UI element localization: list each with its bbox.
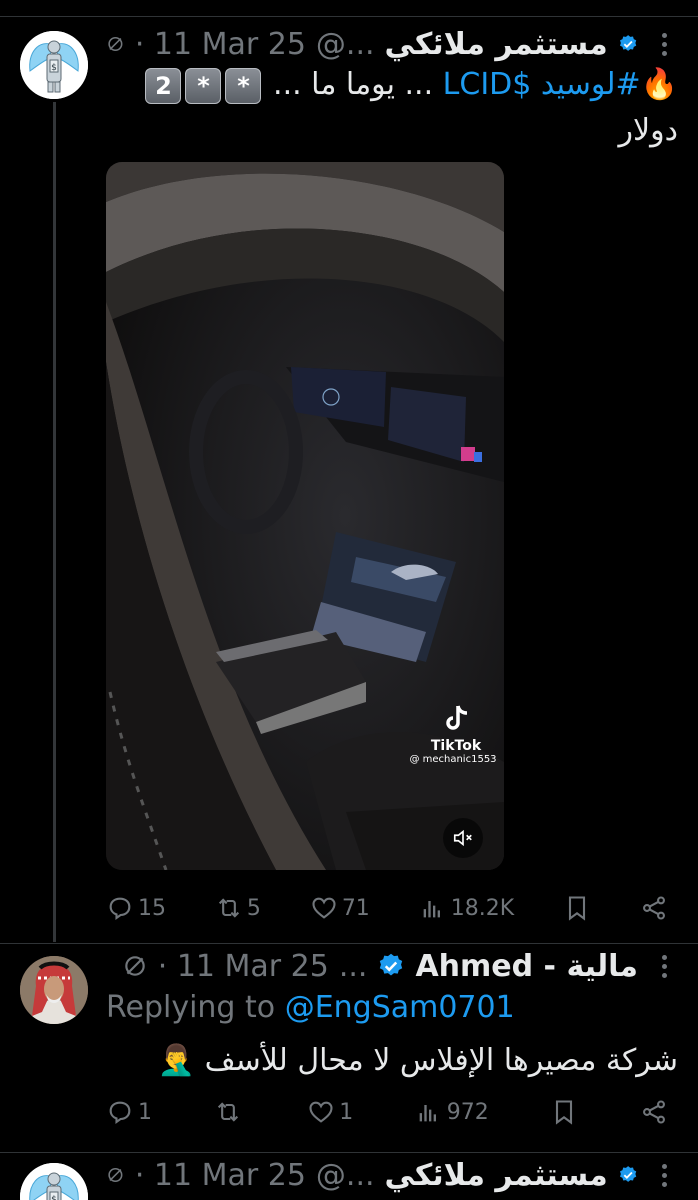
grok-icon[interactable] xyxy=(106,31,125,57)
mention-link[interactable]: @EngSam0701 xyxy=(285,990,515,1025)
fire-emoji: 🔥 xyxy=(640,67,678,102)
keycap-asterisk: * xyxy=(225,67,262,104)
user-photo-avatar-icon xyxy=(20,956,88,1024)
bookmark-icon xyxy=(556,1100,573,1125)
tiktok-watermark: TikTok @ mechanic1553 xyxy=(406,702,504,765)
tweet-text-middle: ... يوما ما ... xyxy=(273,67,434,102)
like-button[interactable]: 71 xyxy=(310,894,370,922)
share-button[interactable] xyxy=(640,894,668,922)
svg-text:$: $ xyxy=(51,63,57,73)
grok-icon[interactable] xyxy=(122,953,148,979)
like-count: 71 xyxy=(341,895,370,921)
view-count: 972 xyxy=(446,1099,489,1125)
angel-investor-avatar-icon: $ xyxy=(20,1163,88,1200)
verified-badge-icon xyxy=(619,1166,636,1182)
views-chart-icon xyxy=(423,901,440,918)
heart-icon xyxy=(309,1101,333,1123)
share-icon xyxy=(642,896,665,920)
views-button[interactable]: 18.2K xyxy=(419,894,514,922)
bookmark-button[interactable] xyxy=(563,894,591,922)
tiktok-label: TikTok xyxy=(430,738,482,754)
verified-badge-icon xyxy=(380,953,403,976)
display-name[interactable]: مستثمر ملائكي xyxy=(385,27,608,62)
repost-button[interactable] xyxy=(214,1098,246,1126)
repost-icon xyxy=(217,1102,238,1122)
tweet-header: · 11 Mar 25 ... Ahmed - مالية xyxy=(106,944,638,988)
heart-icon xyxy=(312,897,336,919)
video-media[interactable]: TikTok @ mechanic1553 xyxy=(106,162,504,870)
user-handle[interactable]: ... xyxy=(339,949,368,984)
bookmark-icon xyxy=(568,896,586,921)
views-chart-icon xyxy=(419,1105,436,1122)
avatar[interactable]: $ xyxy=(20,31,88,99)
replying-prefix: Replying to xyxy=(106,990,276,1025)
replying-to: Replying to @EngSam0701 xyxy=(106,990,515,1025)
repost-count: 5 xyxy=(246,895,261,921)
more-options-button[interactable] xyxy=(654,1155,674,1195)
tweet-3[interactable]: $ · 11 Mar 25 @... مستثمر ملائكي xyxy=(0,1153,698,1200)
keycap-asterisk: * xyxy=(185,67,222,104)
tweet-header: · 11 Mar 25 @... مستثمر ملائكي xyxy=(106,22,638,66)
view-count: 18.2K xyxy=(450,895,515,921)
verified-badge-icon xyxy=(619,35,636,51)
user-handle[interactable]: @... xyxy=(316,1158,375,1193)
tweet-2[interactable]: · 11 Mar 25 ... Ahmed - مالية Replying t… xyxy=(0,944,698,1152)
reply-count: 15 xyxy=(138,895,166,921)
tweet-header: · 11 Mar 25 @... مستثمر ملائكي xyxy=(106,1153,638,1197)
bookmark-button[interactable] xyxy=(550,1098,578,1126)
display-name[interactable]: Ahmed - مالية xyxy=(415,949,638,984)
tweet-date[interactable]: · 11 Mar 25 xyxy=(135,27,306,62)
tiktok-username: @ mechanic1553 xyxy=(409,754,497,765)
reply-icon xyxy=(109,1101,131,1124)
more-options-button[interactable] xyxy=(654,946,674,986)
tweet-actions: 1 1 972 xyxy=(106,1092,668,1132)
like-count: 1 xyxy=(339,1099,354,1125)
tweet-text: شركة مصيرها الإفلاس لا محال للأسف 🤦‍♂️ xyxy=(157,1043,678,1078)
tweet-text-line2: دولار xyxy=(618,113,678,148)
avatar[interactable] xyxy=(20,956,88,1024)
share-icon xyxy=(643,1100,665,1124)
repost-button[interactable]: 5 xyxy=(215,894,261,922)
reply-button[interactable]: 1 xyxy=(106,1098,152,1126)
grok-icon[interactable] xyxy=(106,1162,125,1188)
keycap-group: 2 * * xyxy=(143,67,263,104)
svg-text:$: $ xyxy=(51,1195,57,1200)
repost-icon xyxy=(218,898,239,918)
angel-investor-avatar-icon: $ xyxy=(20,31,88,99)
tweet-text: 🔥#لوسيد $LCID ... يوما ما ... 2 * * دولار xyxy=(106,62,678,154)
tiktok-logo-icon xyxy=(446,705,468,730)
display-name[interactable]: مستثمر ملائكي xyxy=(385,1158,608,1193)
views-button[interactable]: 972 xyxy=(415,1098,489,1126)
hashtag-link[interactable]: #لوسيد xyxy=(541,67,641,102)
mute-button[interactable] xyxy=(443,818,483,858)
cashtag-link[interactable]: $LCID xyxy=(443,67,532,102)
share-button[interactable] xyxy=(640,1098,668,1126)
reply-icon xyxy=(109,897,131,920)
keycap-2: 2 xyxy=(145,67,182,104)
like-button[interactable]: 1 xyxy=(307,1098,353,1126)
avatar[interactable]: $ xyxy=(20,1163,88,1200)
tweet-date[interactable]: · 11 Mar 25 xyxy=(135,1158,306,1193)
user-handle[interactable]: @... xyxy=(316,27,375,62)
tweet-1[interactable]: $ · 11 Mar 25 @... مستثمر ملائكي 🔥#لوسيد… xyxy=(0,0,698,945)
tweet-actions: 15 5 71 18.2K xyxy=(106,888,668,928)
muted-speaker-icon xyxy=(453,829,472,847)
tweet-date[interactable]: · 11 Mar 25 xyxy=(158,949,329,984)
reply-button[interactable]: 15 xyxy=(106,894,166,922)
reply-count: 1 xyxy=(138,1099,152,1125)
more-options-button[interactable] xyxy=(654,24,674,64)
